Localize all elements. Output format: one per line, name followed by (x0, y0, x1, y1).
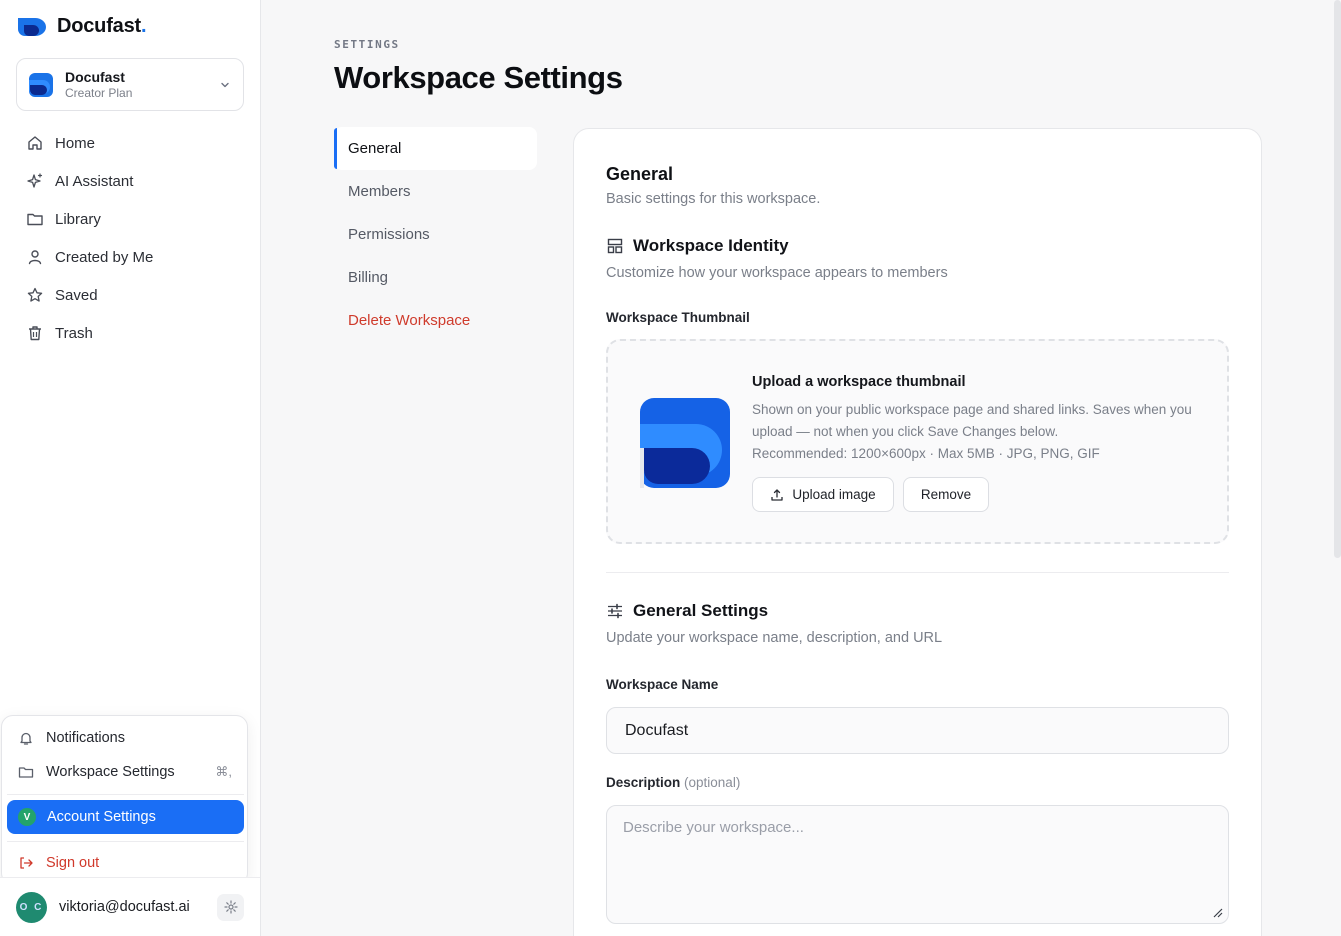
brand-dot: . (140, 15, 147, 37)
account-menu: Notifications Workspace Settings ⌘, V Ac… (1, 715, 248, 885)
bell-icon (18, 730, 46, 746)
tab-members[interactable]: Members (334, 170, 537, 213)
page-eyebrow: SETTINGS (334, 38, 400, 51)
section-title: Workspace Identity (633, 236, 789, 255)
settings-subnav: General Members Permissions Billing Dele… (334, 127, 537, 342)
upload-image-button[interactable]: Upload image (752, 477, 894, 512)
page-title: Workspace Settings (334, 60, 623, 95)
nav-item-label: Trash (55, 324, 93, 342)
tab-billing[interactable]: Billing (334, 256, 537, 299)
sign-out-icon (18, 855, 46, 871)
main-nav: Home AI Assistant Library Created by Me … (16, 124, 244, 352)
nav-item-trash[interactable]: Trash (16, 314, 244, 352)
thumbnail-dropzone[interactable]: Upload a workspace thumbnail Shown on yo… (606, 339, 1229, 544)
nav-item-saved[interactable]: Saved (16, 276, 244, 314)
workspace-logo-icon (29, 72, 53, 97)
upload-icon (770, 488, 784, 502)
remove-image-button[interactable]: Remove (903, 477, 989, 512)
workspace-thumbnail-image (640, 398, 730, 488)
trash-icon (26, 324, 55, 342)
section-subtitle: Customize how your workspace appears to … (606, 265, 948, 281)
sidebar: Docufast. Docufast Creator Plan Home AI … (0, 0, 261, 936)
user-icon (26, 248, 55, 266)
account-settings-menu-item[interactable]: V Account Settings (7, 800, 244, 834)
upload-description: Shown on your public workspace page and … (752, 402, 1192, 439)
thumbnail-label: Workspace Thumbnail (606, 310, 750, 325)
page-scrollbar[interactable] (1334, 0, 1341, 558)
general-settings-card: General Basic settings for this workspac… (573, 128, 1262, 936)
section-divider (606, 572, 1229, 573)
notifications-label: Notifications (46, 730, 125, 746)
nav-item-label: Home (55, 134, 96, 152)
user-email: viktoria@docufast.ai (59, 899, 190, 915)
chevron-down-icon (219, 79, 231, 91)
star-icon (26, 286, 55, 304)
workspace-plan: Creator Plan (65, 85, 133, 100)
nav-item-label: Created by Me (55, 248, 154, 266)
card-subtitle: Basic settings for this workspace. (606, 191, 821, 207)
section-title: General Settings (633, 601, 769, 620)
upload-button-label: Upload image (792, 487, 876, 502)
nav-item-label: AI Assistant (55, 172, 134, 190)
upload-recommendation: Recommended: 1200×600px · Max 5MB · JPG,… (752, 446, 1100, 461)
sign-out-label: Sign out (46, 855, 100, 871)
tab-delete-workspace[interactable]: Delete Workspace (334, 299, 537, 342)
sign-out-menu-item[interactable]: Sign out (7, 846, 244, 880)
sliders-icon (606, 602, 624, 620)
user-profile-row[interactable]: O C viktoria@docufast.ai (0, 877, 260, 936)
workspace-identity-heading: Workspace Identity (606, 236, 789, 256)
menu-divider (7, 794, 244, 795)
description-placeholder: Describe your workspace... (623, 819, 804, 836)
tab-permissions[interactable]: Permissions (334, 213, 537, 256)
brand[interactable]: Docufast. (16, 15, 147, 38)
workspace-name-input[interactable]: Docufast (606, 707, 1229, 754)
brand-name: Docufast (57, 15, 141, 37)
section-subtitle: Update your workspace name, description,… (606, 630, 943, 646)
workspace-name: Docufast (65, 68, 125, 85)
nav-item-home[interactable]: Home (16, 124, 244, 162)
description-label: Description (606, 775, 681, 790)
nav-item-ai-assistant[interactable]: AI Assistant (16, 162, 244, 200)
nav-item-label: Library (55, 210, 101, 228)
folder-icon (18, 764, 46, 780)
workspace-settings-label: Workspace Settings (46, 764, 175, 780)
upload-title: Upload a workspace thumbnail (752, 374, 966, 390)
workspace-name-label: Workspace Name (606, 677, 719, 692)
layout-icon (606, 237, 624, 255)
optional-tag: (optional) (684, 775, 741, 790)
notifications-menu-item[interactable]: Notifications (7, 721, 244, 755)
account-settings-label: Account Settings (47, 809, 156, 825)
description-textarea[interactable]: Describe your workspace... (606, 805, 1229, 924)
tab-general[interactable]: General (334, 127, 537, 170)
keyboard-shortcut: ⌘, (215, 764, 232, 779)
workspace-switcher[interactable]: Docufast Creator Plan (16, 58, 244, 111)
resize-handle-icon[interactable] (1213, 908, 1223, 918)
general-settings-heading: General Settings (606, 601, 768, 621)
nav-item-created-by-me[interactable]: Created by Me (16, 238, 244, 276)
docufast-logo-icon (16, 16, 48, 38)
nav-item-label: Saved (55, 286, 98, 304)
sparkles-icon (26, 172, 55, 190)
nav-item-library[interactable]: Library (16, 200, 244, 238)
account-avatar: V (18, 808, 36, 826)
card-title: General (606, 164, 674, 184)
user-avatar: O C (16, 891, 47, 923)
gear-icon[interactable] (217, 893, 244, 921)
home-icon (26, 134, 55, 152)
workspace-settings-menu-item[interactable]: Workspace Settings ⌘, (7, 755, 244, 789)
menu-divider (7, 841, 244, 842)
folder-icon (26, 210, 55, 228)
